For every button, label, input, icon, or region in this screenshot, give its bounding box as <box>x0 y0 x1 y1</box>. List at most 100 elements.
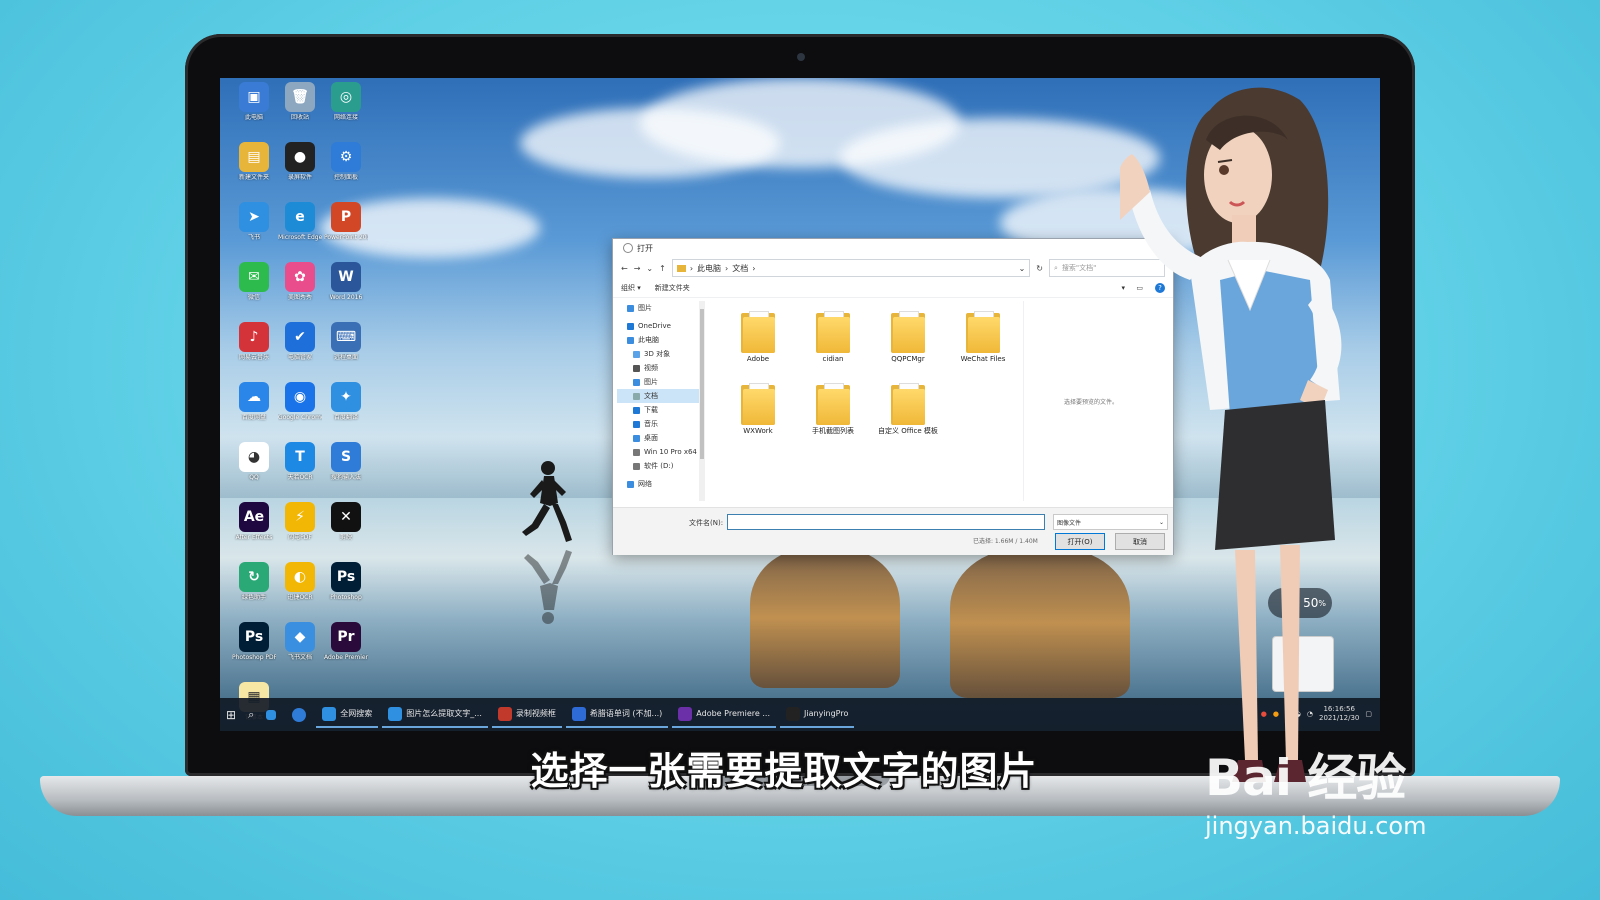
desktop-icon[interactable]: ✦ 百度翻译 <box>324 382 368 422</box>
desktop-icon[interactable]: e Microsoft Edge <box>278 202 322 242</box>
folder-name: cidian <box>822 355 844 363</box>
open-button[interactable]: 打开(O) <box>1055 533 1105 550</box>
taskbar-app[interactable]: JianyingPro <box>780 702 855 728</box>
nav-item-label: 图片 <box>644 378 658 386</box>
search-icon[interactable]: ⌕ <box>242 703 260 727</box>
forward-icon[interactable]: → <box>634 264 641 273</box>
desktop-icon[interactable]: Ps Photoshop <box>324 562 368 602</box>
desktop-icon[interactable]: P PowerPoint 2016 <box>324 202 368 242</box>
desktop-icon[interactable]: ◎ 网络连接 <box>324 82 368 122</box>
taskview-icon[interactable] <box>260 703 286 727</box>
desktop-icon-label: Adobe Premiere <box>324 654 368 661</box>
app-icon: T <box>285 442 315 472</box>
folder-item[interactable]: Adobe <box>723 309 793 364</box>
nav-item-label: 图片 <box>638 304 652 312</box>
desktop-icon[interactable]: ▤ 新建文件夹 <box>232 142 276 182</box>
app-icon: ✔ <box>285 322 315 352</box>
app-icon: ➤ <box>239 202 269 232</box>
desktop-icon[interactable]: ⚙ 控制面板 <box>324 142 368 182</box>
cloud <box>840 118 1160 198</box>
start-icon[interactable]: ⊞ <box>220 703 242 727</box>
nav-item[interactable]: 软件 (D:) <box>617 459 703 473</box>
organize-menu[interactable]: 组织 ▾ <box>621 283 641 293</box>
nav-item[interactable]: 3D 对象 <box>617 347 703 361</box>
desktop-icon-label: 网络连接 <box>333 114 358 121</box>
nav-item[interactable]: 网络 <box>617 477 703 491</box>
taskbar-app-label: 希腊语单词 (不加...) <box>589 709 663 718</box>
nav-item[interactable]: 文档 <box>617 389 703 403</box>
desktop-icon[interactable]: ⌨ 远程桌面 <box>324 322 368 362</box>
sogou-icon[interactable] <box>286 703 316 727</box>
filename-input[interactable] <box>727 514 1045 530</box>
new-folder-button[interactable]: 新建文件夹 <box>655 283 690 293</box>
desktop-icon-label: QQ <box>249 474 259 481</box>
taskbar-app[interactable]: 录制视频框 <box>491 702 562 728</box>
chevron-down-icon[interactable]: ⌄ <box>1019 264 1026 273</box>
desktop-icon[interactable]: ◕ QQ <box>232 442 276 482</box>
nav-scrollbar[interactable] <box>699 301 705 501</box>
scrollbar-thumb[interactable] <box>700 309 704 459</box>
nav-item[interactable]: 图片 <box>617 301 703 315</box>
breadcrumb-item[interactable]: 此电脑 <box>697 263 721 274</box>
refresh-icon[interactable]: ↻ <box>1036 264 1043 273</box>
desktop-icon[interactable]: T 天若OCR <box>278 442 322 482</box>
back-icon[interactable]: ← <box>621 264 628 273</box>
desktop-icon[interactable]: ♪ 网易云音乐 <box>232 322 276 362</box>
desktop-icon-label: 此电脑 <box>244 114 263 121</box>
nav-item[interactable]: 桌面 <box>617 431 703 445</box>
desktop-icon[interactable]: ☁ 百度网盘 <box>232 382 276 422</box>
app-icon: ♪ <box>239 322 269 352</box>
folder-item[interactable]: WeChat Files <box>948 309 1018 364</box>
folder-item[interactable]: 自定义 Office 模板 <box>873 381 943 436</box>
baidu-jingyan-logo: Bai 经验 <box>1205 749 1406 807</box>
desktop-icon[interactable]: ↻ 绿色助手 <box>232 562 276 602</box>
app-icon: ◐ <box>285 562 315 592</box>
app-icon: P <box>331 202 361 232</box>
desktop-icon[interactable]: ✉ 微信 <box>232 262 276 302</box>
desktop-icon[interactable]: ➤ 飞书 <box>232 202 276 242</box>
desktop-icon[interactable]: W Word 2016 <box>324 262 368 302</box>
taskbar-app[interactable]: 全网搜索 <box>316 702 379 728</box>
up-icon[interactable]: ↑ <box>659 264 666 273</box>
desktop-icon[interactable]: ▣ 此电脑 <box>232 82 276 122</box>
selection-status: 已选择: 1.66M / 1.40M <box>973 538 1038 545</box>
folder-item[interactable]: QQPCMgr <box>873 309 943 364</box>
desktop-icon-label: 百度网盘 <box>241 414 266 421</box>
address-bar[interactable]: › 此电脑 › 文档 › ⌄ <box>671 259 1031 277</box>
nav-item[interactable]: OneDrive <box>617 319 703 333</box>
desktop-icon[interactable]: Ps Photoshop PDF <box>232 622 276 662</box>
folder-item[interactable]: WXWork <box>723 381 793 436</box>
desktop-icon[interactable]: Pr Adobe Premiere <box>324 622 368 662</box>
desktop-icon[interactable]: ◉ Google Chrome <box>278 382 322 422</box>
desktop-icon[interactable]: ◐ 迅捷OCR <box>278 562 322 602</box>
dialog-title: 打开 <box>637 243 653 253</box>
folder-item[interactable]: 手机截图列表 <box>798 381 868 436</box>
desktop-icon[interactable]: S 搜狗输入法 <box>324 442 368 482</box>
rock-formation <box>950 548 1130 698</box>
nav-item[interactable]: 下载 <box>617 403 703 417</box>
nav-item[interactable]: 视频 <box>617 361 703 375</box>
nav-item[interactable]: Win 10 Pro x64 <box>617 445 703 459</box>
app-icon: S <box>331 442 361 472</box>
breadcrumb-item[interactable]: 文档 <box>732 263 748 274</box>
nav-item-label: 网络 <box>638 480 652 488</box>
desktop-icon[interactable]: 🗑 回收站 <box>278 82 322 122</box>
taskbar-app-label: 全网搜索 <box>340 709 373 718</box>
taskbar-app[interactable]: Adobe Premiere ... <box>672 702 777 728</box>
folder-item[interactable]: cidian <box>798 309 868 364</box>
taskbar-app[interactable]: 图片怎么提取文字_... <box>382 702 488 728</box>
nav-item[interactable]: 此电脑 <box>617 333 703 347</box>
desktop-icon[interactable]: ✿ 美图秀秀 <box>278 262 322 302</box>
desktop-icon[interactable]: ◆ 飞书文档 <box>278 622 322 662</box>
drive-icon <box>633 448 640 456</box>
desktop-icon[interactable]: ⚡ 闪电PDF <box>278 502 322 542</box>
desktop-icon[interactable]: ✕ 剪映 <box>324 502 368 542</box>
nav-item[interactable]: 音乐 <box>617 417 703 431</box>
desktop-icon[interactable]: ● 录屏软件 <box>278 142 322 182</box>
pc-icon <box>627 336 634 344</box>
chevron-down-icon[interactable]: ⌄ <box>646 264 653 273</box>
desktop-icon[interactable]: Ae After Effects <box>232 502 276 542</box>
taskbar-app[interactable]: 希腊语单词 (不加...) <box>565 702 669 728</box>
desktop-icon[interactable]: ✔ 电脑管家 <box>278 322 322 362</box>
nav-item[interactable]: 图片 <box>617 375 703 389</box>
